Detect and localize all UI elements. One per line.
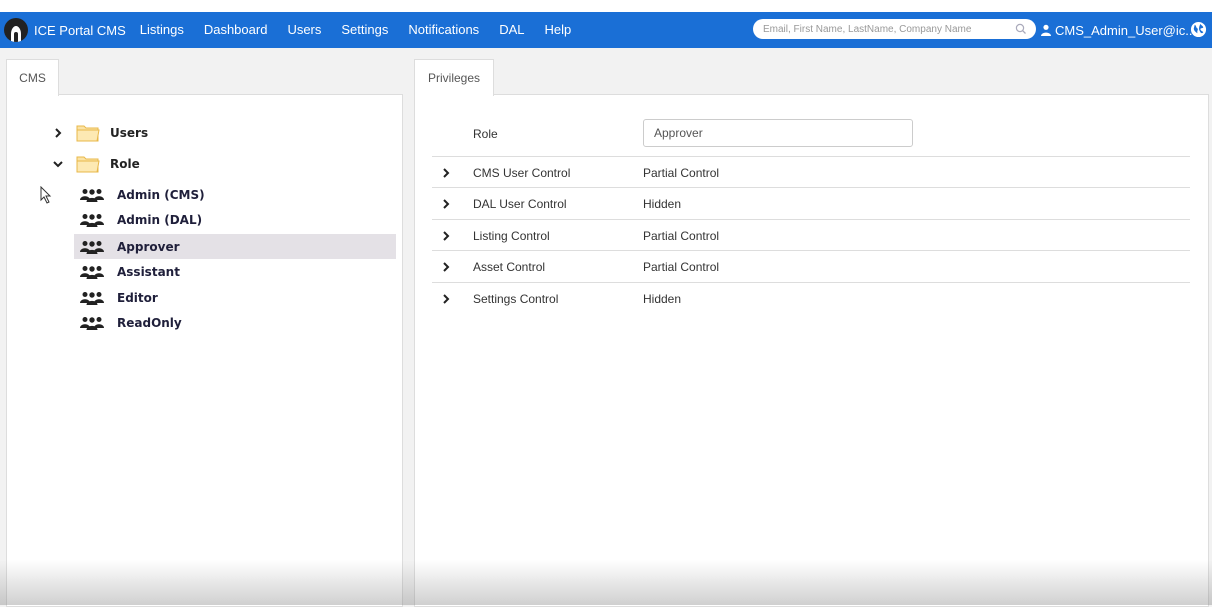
- role-field-label: Role: [473, 127, 498, 141]
- window-top-strip: [0, 0, 1212, 12]
- brand[interactable]: ICE Portal CMS: [0, 12, 130, 48]
- role-item-approver[interactable]: Approver: [74, 234, 396, 259]
- user-group-icon: [80, 213, 104, 227]
- privilege-row-cms-user-control[interactable]: CMS User Control Partial Control: [432, 156, 1190, 188]
- privilege-value: Hidden: [643, 196, 682, 211]
- privilege-value: Hidden: [643, 291, 682, 306]
- tab-privileges[interactable]: Privileges: [414, 59, 494, 96]
- privilege-name: Asset Control: [473, 259, 546, 274]
- tree-node-users[interactable]: Users: [52, 121, 148, 145]
- search-icon[interactable]: [1014, 22, 1028, 36]
- role-label: ReadOnly: [117, 315, 182, 330]
- search-box: [753, 19, 1036, 39]
- search-input[interactable]: [761, 19, 1017, 39]
- main-nav: Listings Dashboard Users Settings Notifi…: [130, 12, 581, 48]
- privilege-name: DAL User Control: [473, 196, 567, 211]
- tab-cms[interactable]: CMS: [6, 59, 59, 96]
- privilege-value: Partial Control: [643, 165, 720, 180]
- role-item-admin-dal[interactable]: Admin (DAL): [74, 207, 396, 232]
- chevron-right-icon[interactable]: [440, 261, 452, 273]
- privilege-name: CMS User Control: [473, 165, 571, 180]
- brand-name: ICE Portal CMS: [34, 22, 126, 38]
- chevron-right-icon[interactable]: [440, 230, 452, 242]
- tab-cms-label: CMS: [19, 71, 46, 85]
- tree-label-role: Role: [110, 157, 140, 171]
- user-name: CMS_Admin_User@ic...: [1055, 22, 1197, 38]
- nav-notifications[interactable]: Notifications: [398, 12, 489, 48]
- nav-settings[interactable]: Settings: [331, 12, 398, 48]
- privilege-row-asset-control[interactable]: Asset Control Partial Control: [432, 250, 1190, 282]
- mouse-cursor-icon: [40, 186, 52, 204]
- penguin-logo-icon: [4, 18, 28, 42]
- privilege-name: Listing Control: [473, 228, 550, 243]
- user-group-icon: [80, 240, 104, 254]
- privilege-name: Settings Control: [473, 291, 559, 306]
- privilege-row-listing-control[interactable]: Listing Control Partial Control: [432, 219, 1190, 251]
- globe-icon[interactable]: [1190, 21, 1207, 38]
- folder-icon: [76, 125, 100, 142]
- chevron-right-icon[interactable]: [440, 167, 452, 179]
- role-label: Assistant: [117, 264, 180, 279]
- role-item-readonly[interactable]: ReadOnly: [74, 310, 396, 335]
- user-icon: [1041, 24, 1051, 36]
- privilege-row-settings-control[interactable]: Settings Control Hidden: [432, 282, 1190, 314]
- chevron-right-icon[interactable]: [52, 127, 64, 139]
- privilege-value: Partial Control: [643, 259, 720, 274]
- chevron-down-icon[interactable]: [52, 158, 64, 170]
- chevron-right-icon[interactable]: [440, 198, 452, 210]
- role-label: Editor: [117, 290, 158, 305]
- privilege-value: Partial Control: [643, 228, 720, 243]
- user-group-icon: [80, 265, 104, 279]
- role-label: Admin (DAL): [117, 212, 203, 227]
- tree-node-role[interactable]: Role: [52, 152, 140, 176]
- user-menu[interactable]: CMS_Admin_User@ic...: [1040, 12, 1196, 48]
- nav-dal[interactable]: DAL: [489, 12, 534, 48]
- nav-users[interactable]: Users: [277, 12, 331, 48]
- role-item-editor[interactable]: Editor: [74, 285, 396, 310]
- role-label: Approver: [117, 239, 180, 254]
- user-group-icon: [80, 316, 104, 330]
- user-group-icon: [80, 188, 104, 202]
- tree-label-users: Users: [110, 126, 149, 140]
- role-label: Admin (CMS): [117, 187, 205, 202]
- nav-help[interactable]: Help: [534, 12, 581, 48]
- nav-dashboard[interactable]: Dashboard: [194, 12, 278, 48]
- user-group-icon: [80, 291, 104, 305]
- role-item-admin-cms[interactable]: Admin (CMS): [74, 182, 396, 207]
- role-field-row: Role: [432, 119, 1190, 155]
- tab-privileges-label: Privileges: [427, 71, 481, 85]
- chevron-right-icon[interactable]: [440, 293, 452, 305]
- privilege-row-dal-user-control[interactable]: DAL User Control Hidden: [432, 187, 1190, 219]
- folder-open-icon: [76, 156, 100, 173]
- nav-listings[interactable]: Listings: [130, 12, 194, 48]
- role-item-assistant[interactable]: Assistant: [74, 259, 396, 284]
- role-input[interactable]: [643, 119, 913, 147]
- top-navbar: ICE Portal CMS Listings Dashboard Users …: [0, 12, 1212, 48]
